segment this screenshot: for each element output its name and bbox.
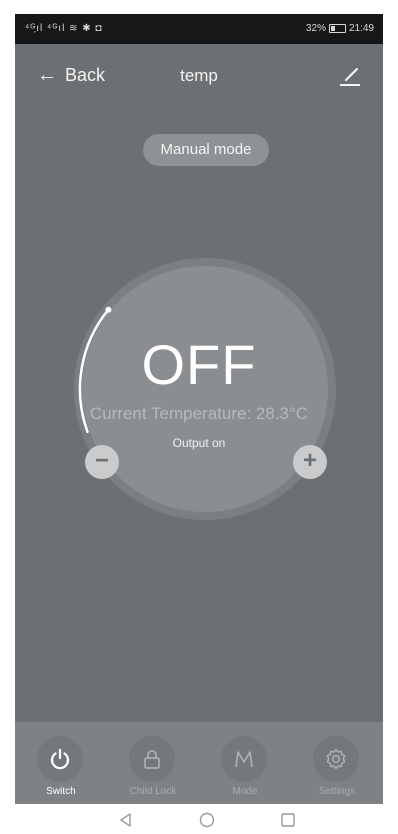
nav-settings-circle (313, 736, 359, 782)
nav-child-lock-label: Child Lock (129, 786, 177, 797)
increase-button[interactable]: + (293, 445, 327, 479)
power-icon (50, 748, 70, 770)
nav-mode-label: Mode (232, 786, 258, 797)
output-status: Output on (172, 436, 226, 450)
back-triangle-icon[interactable] (116, 810, 136, 830)
nav-mode[interactable]: Mode (199, 722, 291, 804)
nav-switch-circle (37, 736, 83, 782)
system-navigation-bar (0, 804, 398, 834)
nav-mode-circle (221, 736, 267, 782)
nav-switch[interactable]: Switch (15, 722, 107, 804)
nav-child-lock-circle (129, 736, 175, 782)
nav-settings-label: Settings (318, 786, 356, 797)
bottom-nav: Switch Child Lock Mode Settings (15, 722, 383, 804)
home-circle-icon[interactable] (197, 810, 217, 830)
thermostat-dial (74, 258, 336, 520)
nav-settings[interactable]: Settings (291, 722, 383, 804)
current-temperature: Current Temperature: 28.3°C (89, 404, 309, 423)
gear-icon (326, 748, 346, 770)
decrease-button[interactable]: − (85, 445, 119, 479)
power-state-text: OFF (141, 333, 257, 396)
lock-icon (144, 750, 160, 769)
nav-switch-label: Switch (46, 786, 76, 797)
mode-m-icon (235, 751, 253, 768)
nav-child-lock[interactable]: Child Lock (107, 722, 199, 804)
dial-level-handle[interactable] (105, 306, 112, 313)
recents-square-icon[interactable] (278, 810, 298, 830)
phone-screen: ⁴ᴳ᷊ıl ⁴ᴳıl ≋ ✱ ◘ 32% 21:49 ← Back temp M… (15, 14, 383, 804)
